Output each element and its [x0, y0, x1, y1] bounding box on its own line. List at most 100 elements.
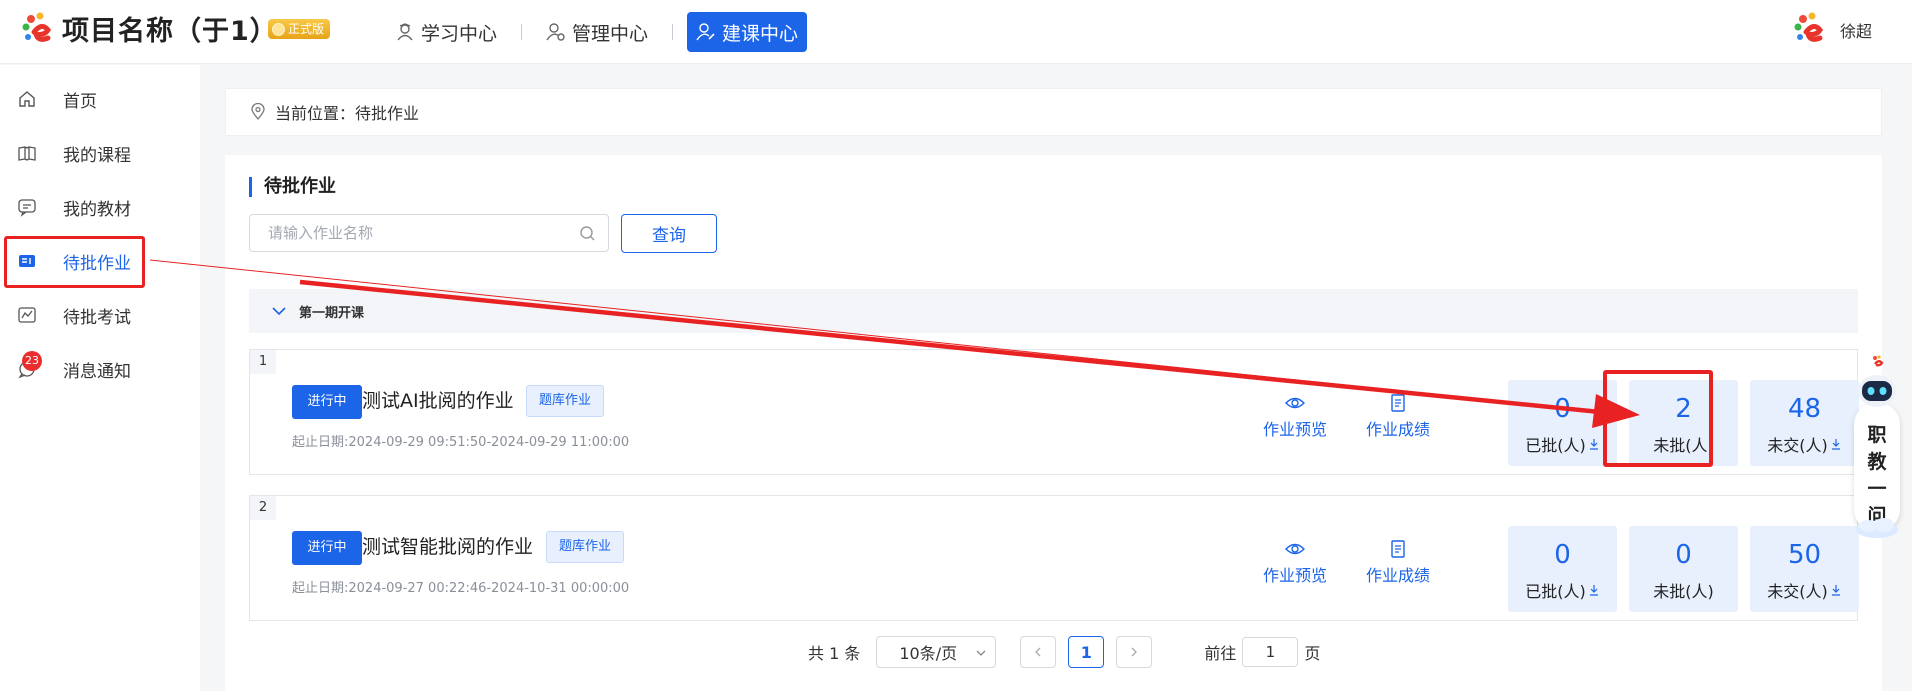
stat-label-row: 未交(人) — [1750, 432, 1859, 456]
assistant-char: 教 — [1867, 451, 1887, 473]
stat-graded[interactable]: 0 已批(人) — [1508, 526, 1617, 612]
stat-not-submitted[interactable]: 50 未交(人) — [1750, 526, 1859, 612]
sidebar-item-my-textbooks[interactable]: 我的教材 — [0, 187, 200, 227]
user-menu[interactable]: 徐超 — [1792, 10, 1872, 50]
top-header: 项目名称（于1） 正式版 学习中心 管理中心 建课中心 徐超 — [0, 0, 1912, 64]
user-gear-icon — [546, 23, 565, 41]
graduate-icon — [397, 23, 413, 41]
download-icon[interactable] — [1830, 438, 1842, 450]
edition-badge: 正式版 — [268, 19, 331, 39]
cloud-icon — [1856, 518, 1898, 538]
stat-ungraded[interactable]: 2 未批(人) — [1629, 380, 1738, 466]
sidebar-item-pending-homework[interactable]: 待批作业 — [0, 241, 200, 281]
search-icon[interactable] — [579, 225, 596, 242]
assignment-card: 1 进行中 测试AI批阅的作业 题库作业 起止日期:2024-09-29 09:… — [249, 349, 1859, 475]
assignment-type-tag: 题库作业 — [546, 531, 625, 563]
assistant-char: 一 — [1867, 478, 1887, 500]
notification-count-badge: 23 — [22, 351, 42, 371]
nav-management-center[interactable]: 管理中心 — [536, 12, 658, 52]
app-title: 项目名称（于1） — [62, 16, 278, 47]
assignment-type-tag: 题库作业 — [526, 385, 605, 417]
goto-page: 前往 页 — [1204, 637, 1320, 667]
stat-label-row: 未批(人) — [1629, 578, 1738, 602]
homework-scores-button[interactable]: 作业成绩 — [1353, 540, 1443, 586]
stat-value: 48 — [1787, 394, 1822, 424]
stat-label-row: 已批(人) — [1508, 432, 1617, 456]
nav-label: 管理中心 — [572, 22, 649, 45]
preview-homework-button[interactable]: 作业预览 — [1250, 394, 1340, 440]
download-icon[interactable] — [1588, 584, 1600, 596]
stat-label: 未交(人) — [1767, 436, 1828, 455]
homework-icon — [19, 255, 35, 267]
homework-scores-button[interactable]: 作业成绩 — [1353, 394, 1443, 440]
eye-icon — [1285, 397, 1305, 409]
home-icon — [19, 91, 35, 107]
page-size-select[interactable]: 10条/页 — [876, 636, 997, 668]
assignment-card: 2 进行中 测试智能批阅的作业 题库作业 起止日期:2024-09-27 00:… — [249, 495, 1859, 621]
status-badge: 进行中 — [292, 385, 362, 419]
nav-label: 建课中心 — [722, 22, 799, 45]
stat-value: 0 — [1675, 540, 1692, 570]
chevron-down-icon — [976, 650, 986, 656]
stat-label: 已批(人) — [1525, 436, 1586, 455]
stat-label-row: 未交(人) — [1750, 578, 1859, 602]
user-edit-icon — [696, 23, 715, 41]
stat-label: 已批(人) — [1525, 582, 1586, 601]
logo-icon[interactable] — [20, 10, 60, 50]
next-page-button[interactable] — [1116, 636, 1153, 668]
assistant-widget[interactable]: 职 教 一 问 — [1852, 352, 1902, 540]
card-index: 1 — [250, 350, 276, 374]
breadcrumb: 当前位置：待批作业 — [225, 88, 1882, 136]
sidebar-item-my-courses[interactable]: 我的课程 — [0, 133, 200, 173]
score-doc-icon — [1391, 394, 1405, 412]
status-badge: 进行中 — [292, 531, 362, 565]
chevron-right-icon — [1131, 647, 1138, 657]
book-icon — [18, 146, 36, 161]
assignment-date: 起止日期:2024-09-29 09:51:50-2024-09-29 11:0… — [292, 435, 630, 450]
stat-value: 0 — [1554, 394, 1571, 424]
stat-graded[interactable]: 0 已批(人) — [1508, 380, 1617, 466]
preview-homework-button[interactable]: 作业预览 — [1250, 540, 1340, 586]
stat-ungraded[interactable]: 0 未批(人) — [1629, 526, 1738, 612]
sidebar-item-pending-exams[interactable]: 待批考试 — [0, 295, 200, 335]
pagination-total: 共 1 条 — [808, 644, 861, 663]
assignment-title[interactable]: 测试AI批阅的作业 — [362, 386, 514, 413]
robot-icon — [1858, 375, 1896, 407]
medal-icon — [272, 22, 285, 36]
action-label: 作业成绩 — [1365, 420, 1430, 439]
sidebar-item-home[interactable]: 首页 — [0, 79, 200, 119]
action-label: 作业成绩 — [1365, 566, 1430, 585]
group-title: 第一期开课 — [299, 305, 365, 321]
page-number-button[interactable]: 1 — [1068, 636, 1105, 668]
card-index: 2 — [250, 496, 276, 520]
eye-icon — [1285, 543, 1305, 555]
nav-divider — [672, 24, 674, 40]
prev-page-button[interactable] — [1020, 636, 1057, 668]
nav-learning-center[interactable]: 学习中心 — [385, 12, 507, 52]
search-input[interactable] — [250, 215, 550, 251]
breadcrumb-text: 当前位置：待批作业 — [275, 104, 420, 123]
group-header[interactable]: 第一期开课 — [249, 289, 1858, 333]
stat-value: 50 — [1787, 540, 1822, 570]
location-pin-icon — [251, 103, 265, 121]
pagination: 共 1 条 10条/页 1 前往 页 — [808, 636, 1320, 668]
stat-label-row: 未批(人) — [1629, 432, 1738, 456]
exam-icon — [18, 307, 36, 323]
query-button[interactable]: 查询 — [621, 214, 717, 253]
download-icon[interactable] — [1830, 584, 1842, 596]
chevron-left-icon — [1035, 647, 1041, 657]
search-box — [249, 214, 609, 252]
download-icon[interactable] — [1588, 438, 1600, 450]
nav-course-building-center[interactable]: 建课中心 — [687, 12, 808, 52]
sidebar-item-label: 我的课程 — [63, 145, 131, 166]
stat-not-submitted[interactable]: 48 未交(人) — [1750, 380, 1859, 466]
assignment-title[interactable]: 测试智能批阅的作业 — [362, 532, 533, 559]
assignment-date: 起止日期:2024-09-27 00:22:46-2024-10-31 00:0… — [292, 581, 630, 596]
sidebar-item-notifications[interactable]: 23 消息通知 — [0, 349, 200, 389]
goto-page-input[interactable] — [1242, 637, 1299, 667]
main-panel: 待批作业 查询 第一期开课 1 进行中 测试AI批阅的作业 题库作业 起止日期:… — [225, 155, 1882, 691]
chevron-down-icon — [272, 307, 286, 316]
goto-prefix: 前往 — [1204, 644, 1237, 663]
edition-badge-label: 正式版 — [288, 22, 325, 36]
stat-label: 未批(人) — [1653, 436, 1714, 455]
